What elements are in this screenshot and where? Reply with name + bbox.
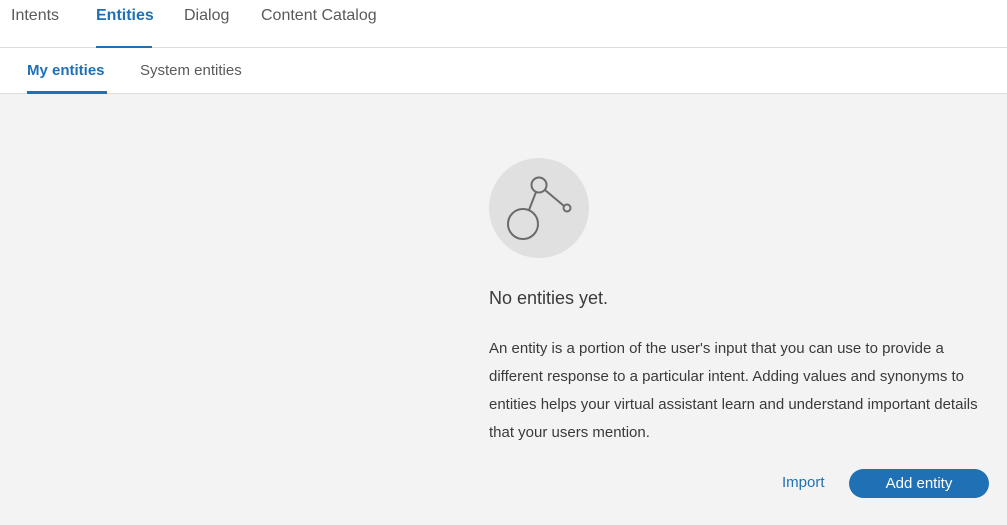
tab-intents[interactable]: Intents [11,7,59,48]
entities-empty-panel: No entities yet. An entity is a portion … [0,94,1007,525]
empty-state-description: An entity is a portion of the user's inp… [489,340,978,441]
tab-my-entities[interactable]: My entities [27,62,107,94]
tab-system-entities[interactable]: System entities [140,62,242,94]
sub-navigation: My entities System entities [0,48,1007,94]
tab-entities[interactable]: Entities [96,7,154,48]
tab-content-catalog[interactable]: Content Catalog [261,7,377,48]
tab-dialog[interactable]: Dialog [184,7,229,48]
entity-graph-icon [489,158,589,258]
top-navigation: Intents Entities Dialog Content Catalog [0,0,1007,48]
empty-state-title: No entities yet. [489,288,609,308]
import-link[interactable]: Import [782,474,825,491]
add-entity-button[interactable]: Add entity [849,469,989,498]
